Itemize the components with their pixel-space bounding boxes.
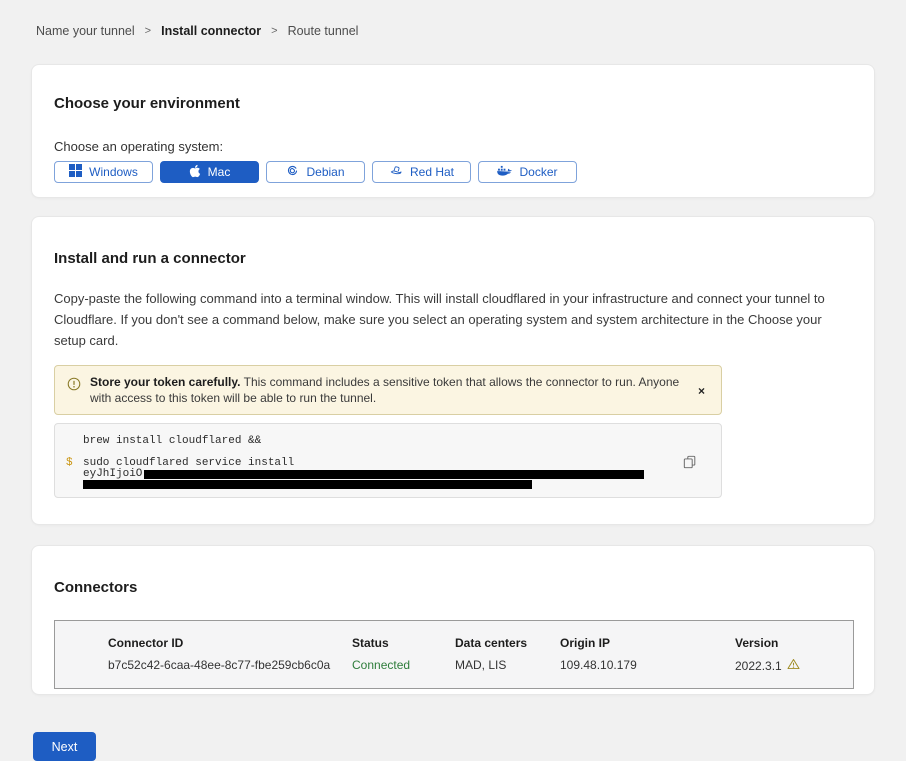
redacted-token-bar — [144, 470, 644, 479]
breadcrumb-separator: > — [271, 25, 277, 37]
shell-prompt: $ — [66, 457, 83, 469]
os-button-label: Debian — [306, 165, 344, 179]
column-header-origin-ip: Origin IP — [560, 636, 735, 650]
code-line-sudo: $ sudo cloudflared service install — [66, 457, 709, 469]
version-value: 2022.3.1 — [735, 658, 845, 673]
code-line-brew: brew install cloudflared && — [66, 435, 709, 447]
column-header-status: Status — [352, 636, 455, 650]
windows-icon — [69, 164, 82, 180]
token-warning-text: Store your token carefully. This command… — [90, 374, 692, 406]
connector-id-value: b7c52c42-6caa-48ee-8c77-fbe259cb6c0a — [108, 658, 352, 673]
tunnel-setup-page: Name your tunnel > Install connector > R… — [0, 0, 906, 740]
os-button-debian[interactable]: Debian — [266, 161, 365, 183]
breadcrumb: Name your tunnel > Install connector > R… — [31, 0, 875, 38]
table-row: b7c52c42-6caa-48ee-8c77-fbe259cb6c0a Con… — [108, 658, 853, 673]
install-command-code-block: brew install cloudflared && $ sudo cloud… — [54, 423, 722, 498]
copy-icon[interactable] — [681, 453, 699, 474]
close-icon[interactable]: × — [692, 380, 711, 402]
data-centers-value: MAD, LIS — [455, 658, 560, 673]
token-warning-banner: Store your token carefully. This command… — [54, 365, 722, 415]
version-number: 2022.3.1 — [735, 659, 782, 673]
connectors-table: Connector ID Status Data centers Origin … — [54, 620, 854, 689]
debian-icon — [286, 164, 299, 180]
os-button-mac[interactable]: Mac — [160, 161, 259, 183]
breadcrumb-step-name-tunnel[interactable]: Name your tunnel — [36, 24, 135, 38]
breadcrumb-separator: > — [145, 25, 151, 37]
os-button-windows[interactable]: Windows — [54, 161, 153, 183]
environment-card-title: Choose your environment — [54, 95, 852, 112]
code-line-token: eyJhIjoiO — [66, 469, 709, 480]
code-line-token-2 — [66, 480, 709, 489]
column-header-connector-id: Connector ID — [108, 636, 352, 650]
code-text: brew install cloudflared && — [83, 435, 261, 447]
breadcrumb-step-install-connector[interactable]: Install connector — [161, 24, 261, 38]
os-button-label: Windows — [89, 165, 138, 179]
connectors-card: Connectors Connector ID Status Data cent… — [31, 545, 875, 695]
column-header-data-centers: Data centers — [455, 636, 560, 650]
os-button-group: Windows Mac Debian Red Hat — [54, 161, 852, 183]
os-button-docker[interactable]: Docker — [478, 161, 577, 183]
column-header-version: Version — [735, 636, 845, 650]
origin-ip-value: 109.48.10.179 — [560, 658, 735, 673]
install-card-title: Install and run a connector — [54, 250, 852, 267]
redacted-token-bar — [83, 480, 532, 489]
warning-triangle-icon — [787, 658, 800, 673]
environment-card: Choose your environment Choose an operat… — [31, 64, 875, 198]
connectors-card-title: Connectors — [54, 579, 852, 596]
next-button[interactable]: Next — [33, 732, 96, 761]
breadcrumb-step-route-tunnel[interactable]: Route tunnel — [288, 24, 359, 38]
token-prefix: eyJhIjoiO — [83, 469, 142, 480]
os-button-redhat[interactable]: Red Hat — [372, 161, 471, 183]
table-header-row: Connector ID Status Data centers Origin … — [108, 636, 853, 650]
redhat-icon — [389, 164, 403, 180]
apple-icon — [189, 164, 201, 181]
docker-icon — [497, 165, 512, 180]
install-description: Copy-paste the following command into a … — [54, 288, 852, 351]
os-button-label: Red Hat — [410, 165, 454, 179]
os-button-label: Mac — [208, 165, 231, 179]
install-connector-card: Install and run a connector Copy-paste t… — [31, 216, 875, 525]
os-button-label: Docker — [519, 165, 557, 179]
os-select-label: Choose an operating system: — [54, 139, 852, 154]
token-warning-bold: Store your token carefully. — [90, 375, 241, 389]
status-badge: Connected — [352, 658, 455, 673]
alert-circle-icon — [67, 377, 81, 396]
